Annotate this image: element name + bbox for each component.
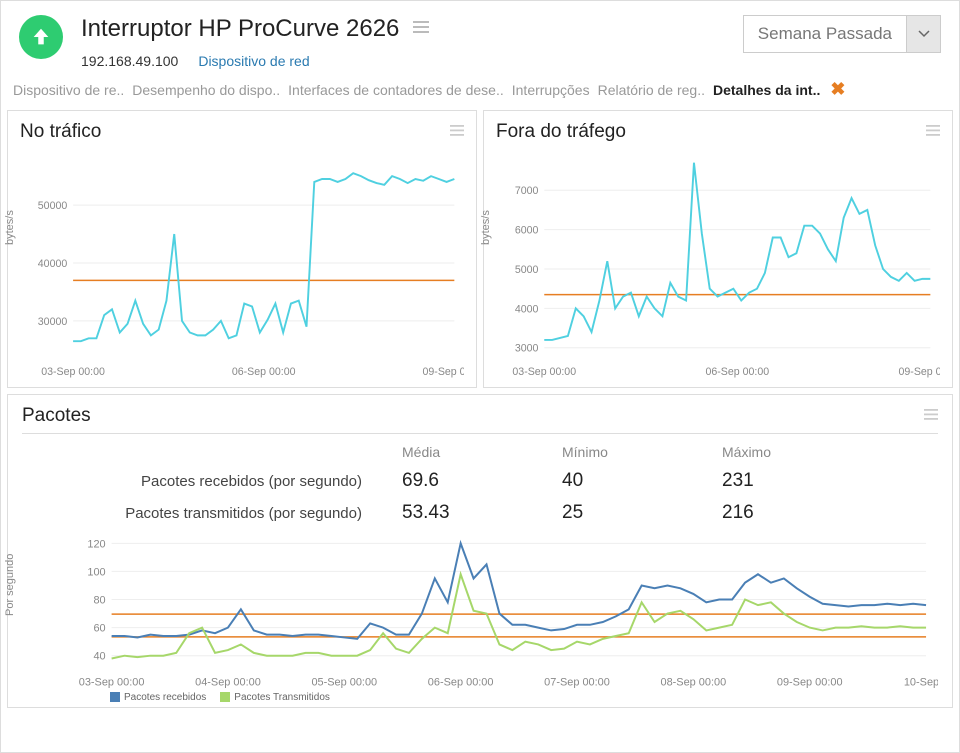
in-traffic-chart: 30000 40000 50000 03-Sep 00:00 06-Sep 00:00 0… [20, 143, 464, 383]
col-avg: Média [402, 444, 562, 460]
packets-title: Pacotes [22, 405, 91, 427]
tab-bar: Dispositivo de re.. Desempenho do dispo.… [1, 77, 959, 106]
legend-rx: Pacotes recebidos [124, 692, 206, 703]
row-tx-label: Pacotes transmitidos (por segundo) [42, 505, 402, 522]
in-traffic-panel: No tráfico bytes/s 30000 40000 50000 03-Sep… [7, 110, 477, 388]
packets-panel: Pacotes Média Mínimo Máximo Pacotes rece… [7, 394, 953, 708]
svg-text:03-Sep 00:00: 03-Sep 00:00 [79, 677, 145, 689]
row-tx-max: 216 [722, 502, 882, 524]
svg-text:03-Sep 00:00: 03-Sep 00:00 [512, 366, 576, 378]
title-menu-icon[interactable] [413, 20, 429, 38]
svg-text:09-Sep 00:00: 09-Sep 00:00 [898, 366, 940, 378]
svg-text:3000: 3000 [515, 343, 539, 355]
out-traffic-panel: Fora do tráfego bytes/s 3000 4000 5000 6000… [483, 110, 953, 388]
legend-tx: Pacotes Transmitidos [234, 692, 330, 703]
tab-outages[interactable]: Interrupções [512, 82, 590, 98]
svg-text:7000: 7000 [515, 185, 539, 197]
row-rx-label: Pacotes recebidos (por segundo) [42, 473, 402, 490]
svg-text:09-Sep 00:00: 09-Sep 00:00 [422, 366, 464, 378]
svg-text:10-Sep ..: 10-Sep .. [904, 677, 938, 689]
svg-text:30000: 30000 [38, 316, 68, 328]
header-main: Interruptor HP ProCurve 2626 192.168.49.… [81, 15, 743, 69]
svg-text:5000: 5000 [515, 264, 539, 276]
time-range-select[interactable]: Semana Passada [743, 15, 941, 53]
svg-text:50000: 50000 [38, 200, 68, 212]
svg-text:05-Sep 00:00: 05-Sep 00:00 [311, 677, 377, 689]
row-rx-avg: 69.6 [402, 470, 562, 492]
tab-device[interactable]: Dispositivo de re.. [13, 82, 124, 98]
status-up-icon [19, 15, 63, 59]
device-ip: 192.168.49.100 [81, 53, 178, 69]
svg-text:06-Sep 00:00: 06-Sep 00:00 [428, 677, 494, 689]
time-range-value: Semana Passada [743, 15, 907, 53]
page-title: Interruptor HP ProCurve 2626 [81, 15, 399, 43]
in-traffic-ylabel: bytes/s [4, 210, 16, 245]
out-traffic-chart: 3000 4000 5000 6000 7000 03-Sep 00:00 06-Sep 0… [496, 143, 940, 383]
svg-text:100: 100 [87, 566, 105, 578]
packets-ylabel: Por segundo [4, 553, 16, 615]
tab-report[interactable]: Relatório de reg.. [598, 82, 705, 98]
packets-chart: 40 60 80 100 120 03-Sep 00:00 04-Sep 00:00 05-S… [22, 530, 938, 690]
tab-counters[interactable]: Interfaces de contadores de dese.. [288, 82, 504, 98]
in-traffic-title: No tráfico [20, 121, 101, 143]
svg-text:6000: 6000 [515, 225, 539, 237]
row-tx-avg: 53.43 [402, 502, 562, 524]
out-traffic-title: Fora do tráfego [496, 121, 626, 143]
out-traffic-ylabel: bytes/s [480, 210, 492, 245]
row-rx-min: 40 [562, 470, 722, 492]
svg-text:80: 80 [93, 595, 105, 607]
col-max: Máximo [722, 444, 882, 460]
row-tx-min: 25 [562, 502, 722, 524]
svg-text:40: 40 [93, 651, 105, 663]
svg-text:04-Sep 00:00: 04-Sep 00:00 [195, 677, 261, 689]
tab-interface-details[interactable]: Detalhes da int.. [713, 82, 820, 98]
packets-legend: Pacotes recebidos Pacotes Transmitidos [110, 692, 938, 703]
svg-text:07-Sep 00:00: 07-Sep 00:00 [544, 677, 610, 689]
panel-menu-icon[interactable] [450, 123, 464, 141]
svg-text:40000: 40000 [38, 258, 68, 270]
panel-menu-icon[interactable] [924, 407, 938, 425]
divider [22, 433, 938, 434]
svg-text:06-Sep 00:00: 06-Sep 00:00 [705, 366, 769, 378]
page-header: Interruptor HP ProCurve 2626 192.168.49.… [1, 1, 959, 77]
svg-text:120: 120 [87, 538, 105, 550]
col-min: Mínimo [562, 444, 722, 460]
traffic-charts-row: No tráfico bytes/s 30000 40000 50000 03-Sep… [1, 106, 959, 388]
svg-text:4000: 4000 [515, 303, 539, 315]
svg-text:08-Sep 00:00: 08-Sep 00:00 [661, 677, 727, 689]
row-rx-max: 231 [722, 470, 882, 492]
svg-text:06-Sep 00:00: 06-Sep 00:00 [232, 366, 296, 378]
panel-menu-icon[interactable] [926, 123, 940, 141]
tab-performance[interactable]: Desempenho do dispo.. [132, 82, 280, 98]
close-icon[interactable]: ✖ [830, 79, 845, 100]
packets-stats-table: Média Mínimo Máximo Pacotes recebidos (p… [42, 444, 938, 524]
svg-text:03-Sep 00:00: 03-Sep 00:00 [41, 366, 105, 378]
chevron-down-icon [907, 15, 941, 53]
svg-text:09-Sep 00:00: 09-Sep 00:00 [777, 677, 843, 689]
svg-text:60: 60 [93, 623, 105, 635]
device-type-link[interactable]: Dispositivo de red [198, 53, 309, 69]
